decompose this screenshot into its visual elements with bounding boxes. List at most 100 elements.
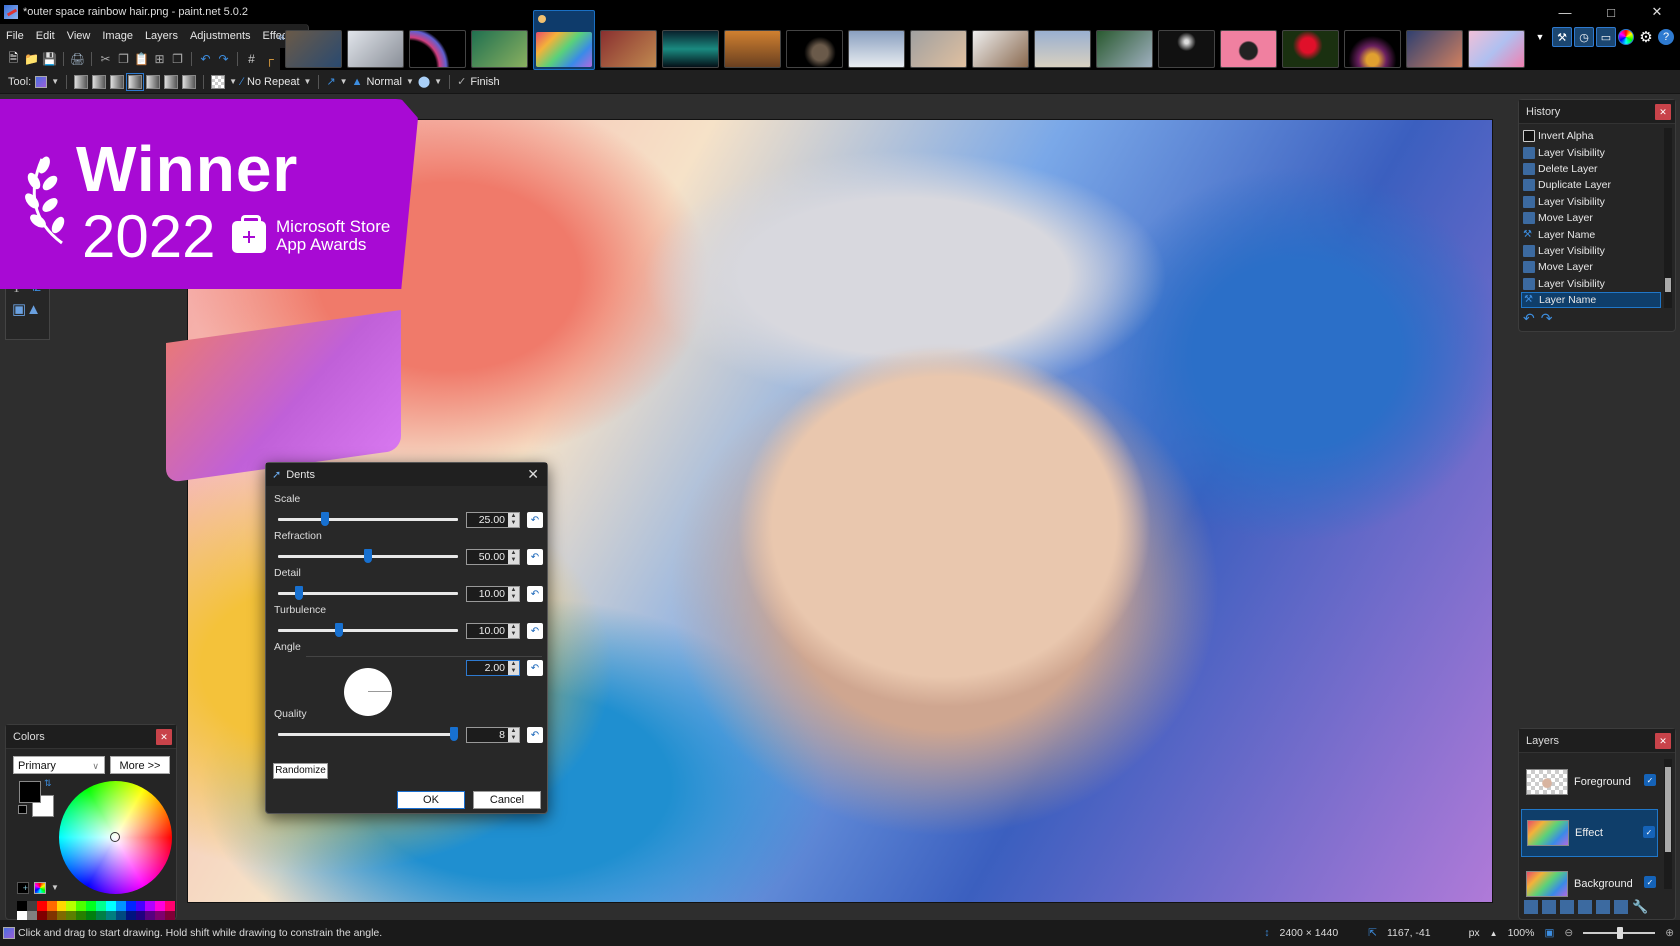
palette-swatch[interactable] (17, 901, 27, 911)
layers-scrollbar[interactable] (1664, 759, 1672, 889)
tool-dropdown-icon[interactable]: ▼ (51, 77, 59, 86)
angle-input[interactable]: 2.00 ▲ ▼ (466, 660, 520, 676)
history-item[interactable]: Delete Layer (1521, 161, 1661, 177)
add-layer-icon[interactable] (1524, 900, 1538, 914)
history-item[interactable]: ⚒ Layer Name (1521, 226, 1661, 242)
paste-icon[interactable]: 📋 (134, 52, 149, 67)
more-dropdown-icon[interactable]: ▼ (1530, 27, 1550, 47)
randomize-button[interactable]: Randomize (273, 763, 328, 779)
layer-row[interactable]: Foreground ✓ (1521, 758, 1658, 806)
duplicate-layer-icon[interactable] (1560, 900, 1574, 914)
history-item[interactable]: Layer Visibility (1521, 144, 1661, 160)
spinner-icon[interactable]: ▲ ▼ (508, 624, 519, 638)
color-wheel-cursor[interactable] (110, 832, 120, 842)
image-thumbnail-active[interactable] (533, 10, 595, 70)
detail-slider[interactable] (278, 586, 458, 600)
history-item[interactable]: Layer Visibility (1521, 276, 1661, 292)
scale-input[interactable]: 25.00 ▲ ▼ (466, 512, 520, 528)
image-thumbnail[interactable] (1158, 30, 1215, 68)
history-item[interactable]: Duplicate Layer (1521, 177, 1661, 193)
layer-row-selected[interactable]: Effect ✓ (1521, 809, 1658, 857)
more-colors-button[interactable]: More >> (110, 756, 170, 774)
quality-slider[interactable] (278, 727, 458, 741)
crop-icon[interactable]: ⊞ (152, 52, 167, 67)
collapse-strip-icon[interactable]: « (278, 30, 285, 44)
menu-view[interactable]: View (61, 24, 97, 48)
image-thumbnail[interactable] (409, 30, 466, 68)
image-thumbnail[interactable] (1220, 30, 1277, 68)
antialias-icon[interactable]: ↗ (326, 75, 335, 88)
repeat-mode-select[interactable]: No Repeat (247, 76, 300, 88)
spinner-icon[interactable]: ▲ ▼ (508, 513, 519, 527)
slider-thumb[interactable] (364, 549, 372, 563)
history-item[interactable]: Layer Visibility (1521, 194, 1661, 210)
copy-icon[interactable]: ❐ (116, 52, 131, 67)
swap-colors-icon[interactable]: ⇅ (44, 778, 52, 789)
gradient-tool-icon[interactable] (35, 75, 48, 88)
history-item[interactable]: Move Layer (1521, 259, 1661, 275)
image-thumbnail[interactable] (347, 30, 404, 68)
slider-thumb[interactable] (334, 623, 343, 637)
history-item[interactable]: Layer Visibility (1521, 243, 1661, 259)
conical-gradient-button[interactable] (146, 74, 161, 89)
spiral-cw-gradient-button[interactable] (164, 74, 179, 89)
move-layer-up-icon[interactable] (1596, 900, 1610, 914)
turbulence-input[interactable]: 10.00 ▲ ▼ (466, 623, 520, 639)
history-scrollbar[interactable] (1664, 128, 1672, 308)
new-file-icon[interactable]: 🗎 (6, 51, 21, 67)
slider-thumb[interactable] (321, 512, 329, 526)
menu-file[interactable]: File (0, 24, 30, 48)
palette-dropdown-icon[interactable]: ▼ (51, 883, 59, 892)
image-thumbnail[interactable] (662, 30, 719, 68)
history-item[interactable]: Move Layer (1521, 210, 1661, 226)
history-close-button[interactable]: ✕ (1655, 104, 1671, 120)
detail-reset-button[interactable]: ↶ (527, 586, 543, 602)
paste-into-new-icon[interactable]: ❐ (170, 52, 185, 67)
ok-button[interactable]: OK (397, 791, 465, 809)
delete-layer-icon[interactable] (1542, 900, 1556, 914)
palette-swatch[interactable] (56, 901, 67, 911)
image-thumbnail[interactable] (1034, 30, 1091, 68)
image-thumbnail[interactable] (600, 30, 657, 68)
add-to-palette-icon[interactable]: + (17, 882, 29, 894)
layers-window-toggle-icon[interactable]: ▭ (1596, 27, 1616, 47)
move-layer-down-icon[interactable] (1614, 900, 1628, 914)
finish-button[interactable]: Finish (470, 76, 499, 88)
zoom-out-icon[interactable]: ⊖ (1564, 927, 1573, 939)
colors-window-toggle-icon[interactable] (1618, 29, 1634, 45)
spinner-icon[interactable]: ▲ ▼ (508, 587, 519, 601)
scale-slider[interactable] (278, 512, 458, 526)
menu-image[interactable]: Image (96, 24, 139, 48)
palette-swatch[interactable] (26, 901, 37, 911)
menu-layers[interactable]: Layers (139, 24, 184, 48)
angle-reset-button[interactable]: ↶ (527, 660, 543, 676)
history-undo-icon[interactable]: ↶ (1523, 310, 1535, 327)
image-thumbnail[interactable] (1282, 30, 1339, 68)
image-thumbnail[interactable] (1468, 30, 1525, 68)
print-icon[interactable]: 🖨 (70, 52, 85, 67)
minimize-button[interactable]: — (1542, 0, 1588, 24)
palette-swatch[interactable] (155, 901, 166, 911)
palette-swatch[interactable] (145, 901, 156, 911)
image-thumbnail[interactable] (1344, 30, 1401, 68)
cancel-button[interactable]: Cancel (473, 791, 541, 809)
colors-close-button[interactable]: ✕ (156, 729, 172, 745)
quality-dropdown-icon[interactable]: ▼ (434, 77, 442, 86)
units-dropdown-icon[interactable]: ▲ (1490, 929, 1498, 938)
grid-icon[interactable]: # (244, 52, 259, 67)
spinner-icon[interactable]: ▲ ▼ (508, 550, 519, 564)
palette-swatch[interactable] (135, 901, 146, 911)
ruler-icon[interactable]: ┌ (262, 52, 277, 67)
close-button[interactable]: ✕ (1634, 0, 1680, 24)
image-thumbnail[interactable] (724, 30, 781, 68)
history-redo-icon[interactable]: ↷ (1541, 310, 1553, 327)
angle-picker[interactable] (344, 668, 392, 716)
repeat-dropdown-icon[interactable]: ▼ (304, 77, 312, 86)
color-mode-dropdown-icon[interactable]: ▼ (229, 77, 237, 86)
history-window-toggle-icon[interactable]: ◷ (1574, 27, 1594, 47)
layer-visibility-checkbox[interactable]: ✓ (1643, 826, 1655, 838)
refraction-input[interactable]: 50.00 ▲ ▼ (466, 549, 520, 565)
antialias-dropdown-icon[interactable]: ▼ (340, 77, 348, 86)
layer-visibility-checkbox[interactable]: ✓ (1644, 876, 1656, 888)
color-mode-select[interactable]: Primary ∨ (13, 756, 105, 774)
